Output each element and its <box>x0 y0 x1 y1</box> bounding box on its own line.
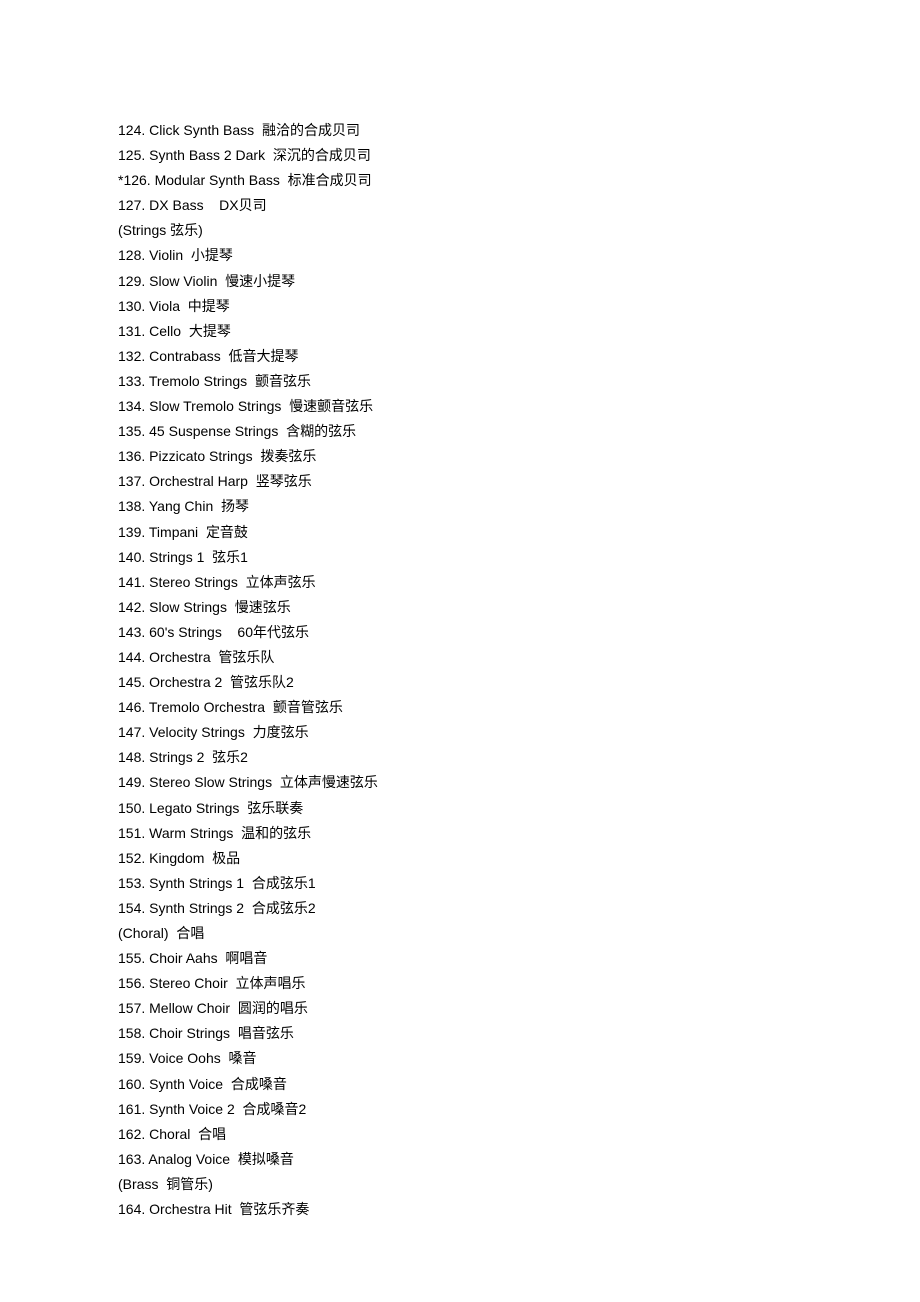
list-item: 164. Orchestra Hit 管弦乐齐奏 <box>118 1197 818 1222</box>
list-item: 151. Warm Strings 温和的弦乐 <box>118 821 818 846</box>
list-item: 149. Stereo Slow Strings 立体声慢速弦乐 <box>118 770 818 795</box>
list-item: 156. Stereo Choir 立体声唱乐 <box>118 971 818 996</box>
list-item: 135. 45 Suspense Strings 含糊的弦乐 <box>118 419 818 444</box>
list-item: 148. Strings 2 弦乐2 <box>118 745 818 770</box>
document-content: 124. Click Synth Bass 融洽的合成贝司125. Synth … <box>0 0 818 1222</box>
list-item: (Strings 弦乐) <box>118 218 818 243</box>
list-item: 143. 60's Strings 60年代弦乐 <box>118 620 818 645</box>
list-item: 162. Choral 合唱 <box>118 1122 818 1147</box>
list-item: 160. Synth Voice 合成嗓音 <box>118 1072 818 1097</box>
list-item: 155. Choir Aahs 啊唱音 <box>118 946 818 971</box>
list-item: 154. Synth Strings 2 合成弦乐2 <box>118 896 818 921</box>
list-item: 128. Violin 小提琴 <box>118 243 818 268</box>
list-item: *126. Modular Synth Bass 标准合成贝司 <box>118 168 818 193</box>
list-item: 152. Kingdom 极品 <box>118 846 818 871</box>
list-item: 153. Synth Strings 1 合成弦乐1 <box>118 871 818 896</box>
list-item: 127. DX Bass DX贝司 <box>118 193 818 218</box>
list-item: 139. Timpani 定音鼓 <box>118 520 818 545</box>
list-item: 146. Tremolo Orchestra 颤音管弦乐 <box>118 695 818 720</box>
list-item: 144. Orchestra 管弦乐队 <box>118 645 818 670</box>
list-item: (Choral) 合唱 <box>118 921 818 946</box>
list-item: 147. Velocity Strings 力度弦乐 <box>118 720 818 745</box>
list-item: 125. Synth Bass 2 Dark 深沉的合成贝司 <box>118 143 818 168</box>
list-item: 145. Orchestra 2 管弦乐队2 <box>118 670 818 695</box>
list-item: 163. Analog Voice 模拟嗓音 <box>118 1147 818 1172</box>
list-item: 124. Click Synth Bass 融洽的合成贝司 <box>118 118 818 143</box>
list-item: 161. Synth Voice 2 合成嗓音2 <box>118 1097 818 1122</box>
list-item: 131. Cello 大提琴 <box>118 319 818 344</box>
list-item: (Brass 铜管乐) <box>118 1172 818 1197</box>
list-item: 158. Choir Strings 唱音弦乐 <box>118 1021 818 1046</box>
list-item: 150. Legato Strings 弦乐联奏 <box>118 796 818 821</box>
list-item: 133. Tremolo Strings 颤音弦乐 <box>118 369 818 394</box>
list-item: 136. Pizzicato Strings 拨奏弦乐 <box>118 444 818 469</box>
list-item: 134. Slow Tremolo Strings 慢速颤音弦乐 <box>118 394 818 419</box>
list-item: 138. Yang Chin 扬琴 <box>118 494 818 519</box>
list-item: 157. Mellow Choir 圆润的唱乐 <box>118 996 818 1021</box>
list-item: 141. Stereo Strings 立体声弦乐 <box>118 570 818 595</box>
list-item: 142. Slow Strings 慢速弦乐 <box>118 595 818 620</box>
list-item: 137. Orchestral Harp 竖琴弦乐 <box>118 469 818 494</box>
list-item: 159. Voice Oohs 嗓音 <box>118 1046 818 1071</box>
list-item: 130. Viola 中提琴 <box>118 294 818 319</box>
list-item: 132. Contrabass 低音大提琴 <box>118 344 818 369</box>
list-item: 129. Slow Violin 慢速小提琴 <box>118 269 818 294</box>
list-item: 140. Strings 1 弦乐1 <box>118 545 818 570</box>
